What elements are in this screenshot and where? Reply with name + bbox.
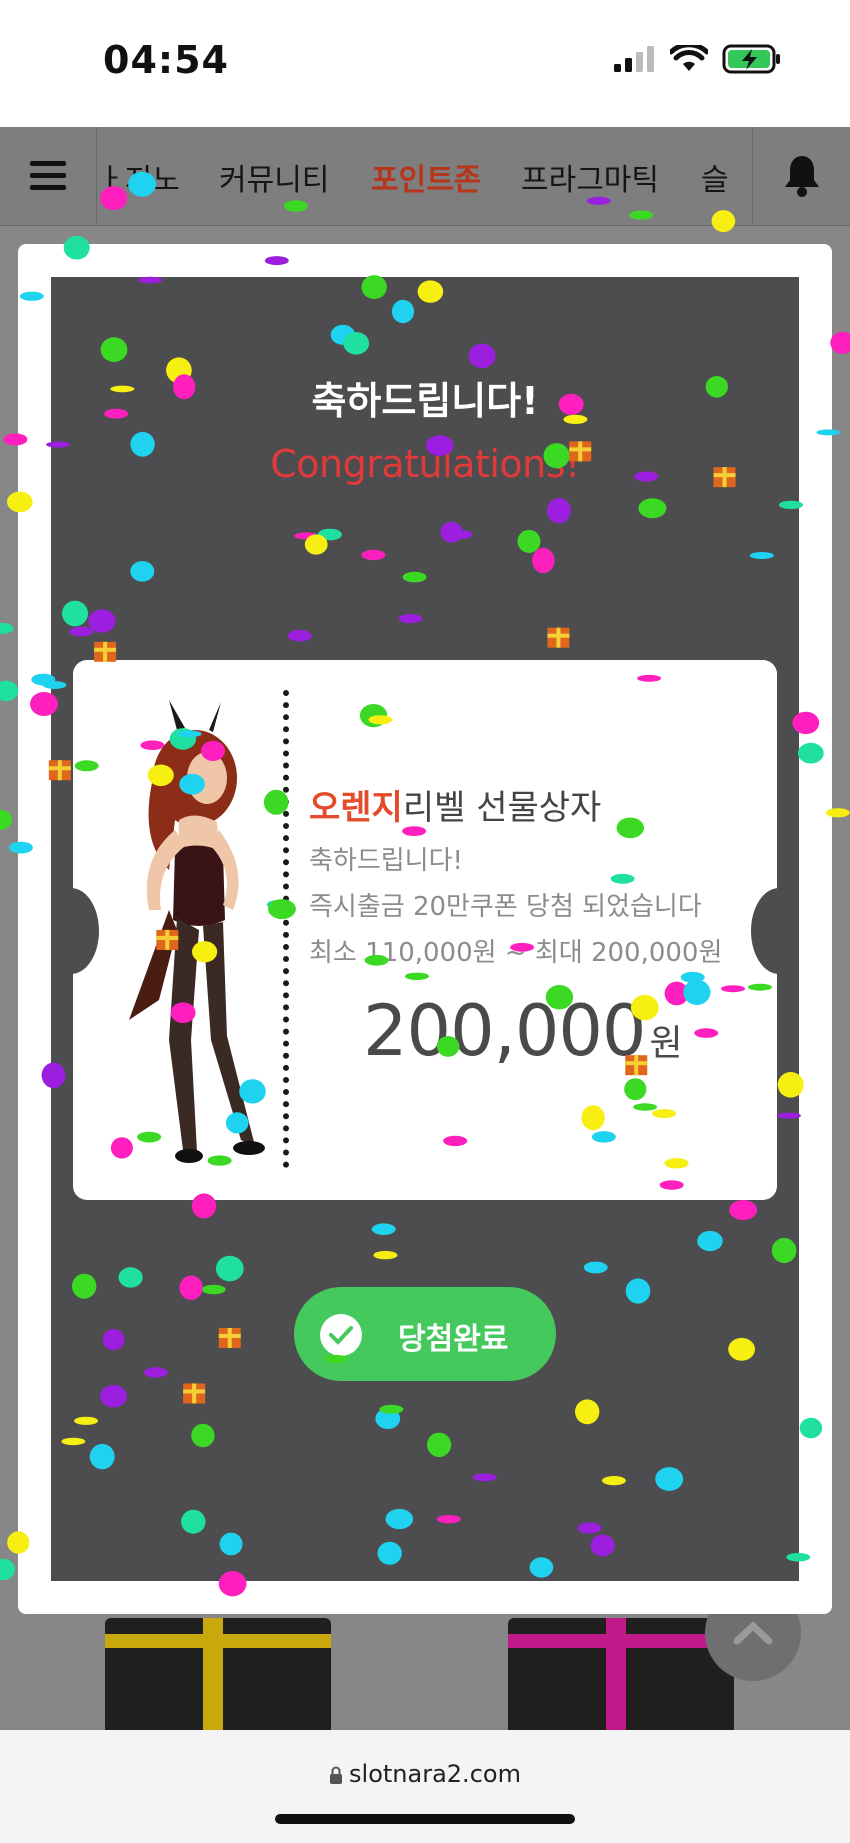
home-indicator — [275, 1814, 575, 1824]
hamburger-menu-button[interactable] — [0, 127, 97, 225]
ticket-title: 오렌지리벨 선물상자 — [309, 780, 601, 829]
notification-button[interactable] — [752, 127, 850, 225]
url-label: slotnara2.com — [349, 1760, 521, 1788]
status-bar: 04:54 — [0, 0, 850, 127]
ticket-line-coupon: 즉시출금 20만쿠폰 당첨 되었습니다 — [309, 892, 702, 922]
browser-url-bar[interactable]: slotnara2.com — [0, 1730, 850, 1843]
prize-ticket: 오렌지리벨 선물상자 축하드립니다! 즉시출금 20만쿠폰 당첨 되었습니다 최… — [51, 660, 799, 1200]
status-time: 04:54 — [103, 38, 229, 82]
tab-pragmatic[interactable]: 프라그마틱 — [521, 155, 659, 199]
wifi-icon — [670, 45, 708, 71]
claim-complete-button[interactable]: 당첨완료 — [294, 1287, 556, 1381]
tab-community[interactable]: 커뮤니티 — [219, 155, 329, 199]
tab-slot[interactable]: 슬 — [701, 155, 729, 199]
prize-amount-value: 200,000 — [363, 990, 646, 1072]
check-icon — [320, 1314, 362, 1356]
hamburger-menu-icon — [30, 161, 66, 190]
ticket-title-rest: 리벨 선물상자 — [402, 788, 602, 828]
ticket-line-range: 최소 110,000원 ~ 최대 200,000원 — [309, 938, 723, 968]
nav-tabs: ㅏ지노 커뮤니티 포인트존 프라그마틱 슬 — [97, 127, 752, 225]
congrats-heading-ko: 축하드립니다! — [311, 379, 539, 423]
ticket-notch-right — [751, 888, 799, 974]
claim-complete-label: 당첨완료 — [398, 1322, 509, 1357]
ticket-perforation — [283, 690, 289, 1168]
ticket-title-highlight: 오렌지 — [309, 788, 403, 828]
battery-charging-icon — [722, 44, 780, 74]
status-icons — [614, 44, 782, 74]
tab-casino[interactable]: ㅏ지노 — [97, 155, 180, 199]
signal-icon — [614, 46, 654, 72]
lock-icon — [330, 1766, 343, 1784]
congrats-heading-en: Congratulations! — [270, 442, 580, 486]
gift-box-yellow — [105, 1618, 331, 1738]
prize-modal: 축하드립니다! Congratulations! 오렌지리벨 선물상자 축하드립… — [18, 244, 832, 1614]
ticket-line-congrats: 축하드립니다! — [309, 846, 463, 876]
prize-modal-body: 축하드립니다! Congratulations! 오렌지리벨 선물상자 축하드립… — [51, 277, 799, 1581]
url-text[interactable]: slotnara2.com — [0, 1760, 850, 1788]
bunny-character-image — [129, 700, 265, 1163]
notification-bell-icon — [784, 156, 819, 197]
ticket-notch-left — [51, 888, 99, 974]
ticket-amount: 200,000 원 — [363, 990, 683, 1072]
tab-point-zone[interactable]: 포인트존 — [371, 155, 481, 199]
prize-amount-unit: 원 — [649, 1023, 683, 1064]
top-navigation: ㅏ지노 커뮤니티 포인트존 프라그마틱 슬 — [0, 127, 850, 226]
chevron-up-icon — [733, 1621, 773, 1645]
gift-box-pink — [508, 1618, 734, 1738]
